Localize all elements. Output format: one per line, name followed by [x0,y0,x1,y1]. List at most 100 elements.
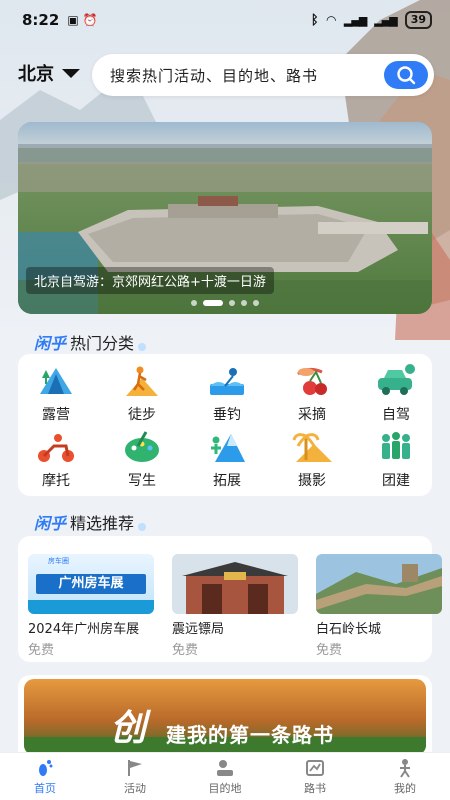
tab-label: 路书 [304,781,326,795]
fishing-icon [210,368,244,395]
carousel-dot[interactable] [191,300,197,306]
category-hiking[interactable]: 徒步 [110,364,174,424]
banner-carousel[interactable]: 北京自驾游：京郊网红公路+十渡一日游 [18,122,432,314]
team-building-icon [382,432,410,459]
create-route-text: 建我的第一条路书 [166,723,334,747]
hot-section-title: 闲乎 热门分类 [34,330,147,354]
decorative-dot [138,523,147,531]
footprint-icon [39,759,53,776]
create-route-banner[interactable]: 创 建我的第一条路书 [24,679,426,755]
recommend-item[interactable]: 震远镖局 免费 [172,554,298,658]
bluetooth-icon: ᛒ [310,12,319,28]
map-book-icon [306,759,324,776]
recommend-thumbnail [172,554,298,614]
category-label: 露营 [42,407,70,423]
search-icon [397,66,416,85]
tab-destination[interactable]: 目的地 [180,753,270,800]
carousel-dot[interactable] [229,300,235,306]
recommend-price: 免费 [172,643,199,658]
carousel-dot-active[interactable] [203,300,223,306]
category-label: 写生 [128,473,156,489]
status-time: 8:22 [22,11,60,29]
category-label: 垂钓 [213,407,241,423]
recommend-price: 免费 [28,643,55,658]
search-input[interactable]: 搜索热门活动、目的地、路书 [110,65,318,86]
search-bar[interactable]: 搜索热门活动、目的地、路书 [92,54,434,96]
tab-profile[interactable]: 我的 [360,753,450,800]
create-route-card[interactable]: 创 建我的第一条路书 [18,675,432,755]
tab-label: 目的地 [208,781,242,795]
wifi-icon: ◠ [326,13,336,27]
recommend-item[interactable]: 房车圈 广州房车展 2024年广州房车展 免费 [28,554,154,658]
carousel-dot[interactable] [241,300,247,306]
thumbnail-sub-label: 房车圈 [48,557,69,565]
recommend-thumbnail [316,554,442,614]
category-label: 徒步 [128,407,156,423]
category-label: 团建 [382,473,410,489]
destination-icon [217,759,233,776]
person-icon [400,758,410,778]
tent-icon [40,368,72,394]
palette-icon [125,431,159,462]
building-image [172,554,298,614]
recommend-title: 2024年广州房车展 [28,622,140,637]
status-bar: 8:22 ▣ ⏰ ᛒ ◠ ▂▄▆ ▂▄▆ 39 [0,0,450,40]
brand-logo: 闲乎 [34,334,67,353]
banner-caption: 北京自驾游：京郊网红公路+十渡一日游 [26,267,274,294]
great-wall-image [316,554,442,614]
signal-icon-2: ▂▄▆ [374,13,397,27]
category-expansion[interactable]: 拓展 [195,430,259,490]
section-heading: 精选推荐 [70,514,135,533]
recommend-price: 免费 [316,643,343,658]
recommend-card: 房车圈 广州房车展 2024年广州房车展 免费 震远镖局 免费 白石岭长城 免费 [18,536,442,662]
tab-label: 我的 [394,781,416,795]
carousel-dot[interactable] [253,300,259,306]
notification-icon: ▣ [67,13,79,27]
category-motorcycle[interactable]: 摩托 [24,430,88,490]
tab-route-book[interactable]: 路书 [270,753,360,800]
tab-label: 活动 [124,781,146,795]
create-route-initial: 创 [110,707,147,749]
category-camping[interactable]: 露营 [24,364,88,424]
notification-icons: ▣ ⏰ [67,13,97,27]
tab-home[interactable]: 首页 [0,753,90,800]
recommend-item[interactable]: 白石岭长城 免费 [316,554,442,658]
category-photography[interactable]: 摄影 [280,430,344,490]
category-fishing[interactable]: 垂钓 [195,364,259,424]
top-bar: 北京 搜索热门活动、目的地、路书 [0,52,450,96]
category-label: 摩托 [42,473,70,489]
palm-camera-icon [292,433,332,462]
flag-icon [128,759,142,776]
recommend-title: 震远镖局 [172,622,225,637]
section-heading: 热门分类 [70,334,135,353]
carousel-indicator [18,300,432,306]
motorcycle-icon [38,434,74,462]
outdoor-expansion-icon [211,434,245,462]
decorative-dot [138,343,147,351]
category-self-drive[interactable]: 自驾 [364,364,428,424]
signal-icon: ▂▄▆ [343,13,367,27]
category-picking[interactable]: 采摘 [280,364,344,424]
category-label: 拓展 [213,473,241,489]
car-icon [378,364,415,395]
recommend-thumbnail: 房车圈 广州房车展 [28,554,154,614]
status-right: ᛒ ◠ ▂▄▆ ▂▄▆ 39 [311,11,432,29]
city-selector[interactable]: 北京 [18,60,54,86]
category-label: 采摘 [298,407,326,423]
search-button[interactable] [384,61,428,89]
category-team-building[interactable]: 团建 [364,430,428,490]
category-card: 露营 徒步 垂钓 采摘 自驾 摩托 写生 拓展 摄影 团建 [18,354,432,496]
category-label: 摄影 [298,473,326,489]
thumbnail-footer [28,600,154,614]
thumbnail-banner: 广州房车展 [36,574,146,594]
alarm-icon: ⏰ [82,13,98,27]
bottom-tab-bar: 首页 活动 目的地 路书 我的 [0,752,450,800]
recommend-section-title: 闲乎 精选推荐 [34,510,147,534]
hiking-icon [126,366,158,396]
battery-icon: 39 [404,11,432,29]
cherry-icon [297,367,327,395]
category-label: 自驾 [382,407,410,423]
tab-activity[interactable]: 活动 [90,753,180,800]
chevron-down-icon[interactable] [62,69,80,78]
category-sketching[interactable]: 写生 [110,430,174,490]
